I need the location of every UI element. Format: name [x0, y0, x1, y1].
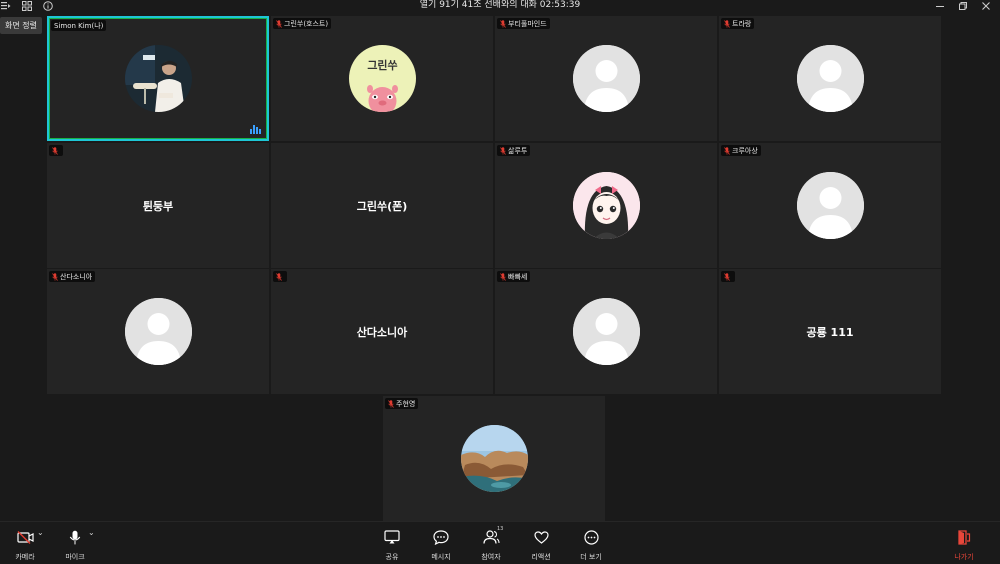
video-tile-host[interactable]: 그린쑤(호스트) 그린쑤	[271, 16, 493, 141]
video-tile-participant[interactable]: 그린쑤(폰)	[271, 143, 493, 268]
message-button[interactable]: 메시지	[419, 528, 463, 562]
participant-display-name: 공룡 111	[806, 326, 854, 339]
camera-off-icon	[16, 530, 34, 544]
participant-name-tag: 빠빠세	[497, 271, 531, 282]
participant-name-tag: 주현영	[385, 398, 419, 409]
default-avatar-icon	[797, 45, 864, 112]
mic-muted-icon	[500, 272, 506, 281]
avatar-photo	[461, 425, 528, 492]
mic-muted-icon	[276, 19, 282, 28]
avatar-label: 그린쑤	[367, 59, 398, 72]
video-tile-participant[interactable]: 삶루투	[495, 143, 717, 268]
microphone-icon	[69, 530, 81, 544]
mic-muted-icon	[388, 399, 394, 408]
participant-name: 크루아상	[732, 146, 758, 155]
participant-display-name: 그린쑤(폰)	[356, 200, 408, 213]
share-label: 공유	[385, 553, 399, 561]
participant-count-badge: 13	[497, 526, 504, 532]
heart-icon	[533, 530, 549, 544]
participant-name: 부티풀마인드	[508, 19, 547, 28]
video-tile-participant[interactable]: 부티풀마인드	[495, 16, 717, 141]
participant-name-tag: 산다소니아	[49, 271, 96, 282]
more-button[interactable]: 더 보기	[569, 528, 613, 562]
default-avatar-icon	[797, 172, 864, 239]
video-tile-participant[interactable]: 크루아상	[719, 143, 941, 268]
close-icon[interactable]	[980, 0, 992, 11]
participant-name: 주현영	[396, 399, 416, 408]
mic-muted-icon	[52, 146, 58, 155]
participant-name-tag: 트라랑	[721, 18, 755, 29]
video-tile-participant[interactable]: 산다소니아	[271, 269, 493, 394]
more-label: 더 보기	[580, 553, 602, 561]
view-arrange-button[interactable]: 화면 정렬	[0, 17, 42, 34]
chat-icon	[433, 529, 449, 545]
mic-muted-icon	[724, 272, 730, 281]
mic-options-chevron-icon[interactable]: ⌄	[88, 528, 95, 537]
reaction-button[interactable]: 리액션	[519, 528, 563, 562]
mic-muted-icon	[724, 19, 730, 28]
participant-name-tag: 크루아상	[721, 145, 761, 156]
video-tile-participant[interactable]: 산다소니아	[47, 269, 269, 394]
camera-label: 카메라	[15, 553, 35, 561]
participant-name: 빠빠세	[508, 272, 528, 281]
avatar-illustration: 그린쑤	[349, 45, 416, 112]
mic-muted-icon	[52, 272, 58, 281]
video-tile-simon-kim[interactable]: Simon Kim(나)	[47, 16, 269, 141]
participant-name-tag	[721, 271, 735, 282]
video-tile-participant[interactable]: 주현영	[383, 396, 605, 521]
title-bar: 열기 91기 41조 선배와의 대화 02:53:39	[0, 0, 1000, 11]
video-tile-participant[interactable]: 튄둥부	[47, 143, 269, 268]
participant-name-tag	[273, 271, 287, 282]
share-button[interactable]: 공유	[370, 528, 414, 562]
avatar-photo	[125, 45, 192, 112]
participant-name: 그린쑤(호스트)	[284, 19, 329, 28]
message-label: 메시지	[431, 553, 451, 561]
participant-name: 삶루투	[508, 146, 528, 155]
more-icon	[583, 529, 599, 545]
participant-name-tag: 삶루투	[497, 145, 531, 156]
participant-name-tag: Simon Kim(나)	[51, 20, 107, 31]
mic-label: 마이크	[65, 553, 85, 561]
leave-label: 나가기	[954, 553, 974, 561]
participant-display-name: 산다소니아	[356, 326, 408, 339]
restore-icon[interactable]	[957, 0, 969, 11]
default-avatar-icon	[573, 45, 640, 112]
participant-name-tag: 그린쑤(호스트)	[273, 18, 332, 29]
minimize-icon[interactable]	[934, 0, 946, 11]
camera-options-chevron-icon[interactable]: ⌄	[37, 528, 44, 537]
meeting-title: 열기 91기 41조 선배와의 대화 02:53:39	[419, 0, 581, 10]
reaction-label: 리액션	[531, 553, 551, 561]
participant-name: 산다소니아	[60, 272, 93, 281]
participants-button[interactable]: 13 참여자	[469, 526, 513, 562]
default-avatar-icon	[125, 298, 192, 365]
participant-name: Simon Kim(나)	[54, 21, 104, 30]
mic-muted-icon	[500, 146, 506, 155]
share-screen-icon	[384, 530, 400, 544]
mic-muted-icon	[276, 272, 282, 281]
default-avatar-icon	[573, 298, 640, 365]
participant-display-name: 튄둥부	[142, 200, 174, 213]
speaking-indicator-icon	[250, 124, 262, 134]
leave-icon	[958, 529, 971, 545]
video-tile-participant[interactable]: 공룡 111	[719, 269, 941, 394]
avatar-illustration	[573, 172, 640, 239]
participant-name-tag	[49, 145, 63, 156]
participants-icon	[482, 530, 499, 544]
leave-button[interactable]: 나가기	[942, 528, 986, 562]
video-tile-participant[interactable]: 트라랑	[719, 16, 941, 141]
participants-label: 참여자	[481, 553, 501, 561]
participant-name-tag: 부티풀마인드	[497, 18, 550, 29]
participant-name: 트라랑	[732, 19, 752, 28]
window-controls	[923, 0, 992, 11]
video-tile-participant[interactable]: 빠빠세	[495, 269, 717, 394]
mic-muted-icon	[500, 19, 506, 28]
mic-muted-icon	[724, 146, 730, 155]
meeting-toolbar: 카메라 ⌄ 마이크 ⌄ 공유 메시지 13 참여자 리액션 더 보기 나가기	[0, 521, 1000, 564]
